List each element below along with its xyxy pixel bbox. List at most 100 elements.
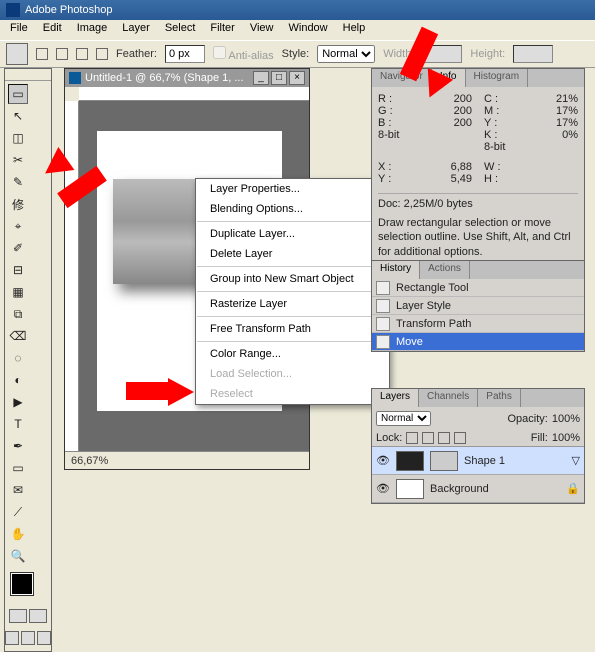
context-menu-item[interactable]: Free Transform Path bbox=[196, 319, 389, 339]
menu-filter[interactable]: Filter bbox=[204, 20, 240, 40]
standard-mode-icon[interactable] bbox=[9, 609, 27, 623]
maximize-button[interactable]: □ bbox=[271, 71, 287, 85]
selection-mode-icon[interactable] bbox=[76, 48, 88, 60]
context-menu-item[interactable]: Delete Layer bbox=[196, 244, 389, 264]
notes-tool[interactable]: ✉ bbox=[8, 480, 28, 500]
tab-channels[interactable]: Channels bbox=[419, 389, 478, 407]
blur-tool[interactable]: ◌ bbox=[8, 348, 28, 368]
visibility-eye-icon[interactable]: 👁 bbox=[376, 454, 390, 467]
fill-value[interactable]: 100% bbox=[552, 432, 580, 444]
context-menu-item[interactable]: Duplicate Layer... bbox=[196, 224, 389, 244]
info-mode-b: 8-bit bbox=[484, 141, 505, 153]
info-c: 21% bbox=[556, 93, 578, 105]
menu-file[interactable]: File bbox=[4, 20, 34, 40]
menu-window[interactable]: Window bbox=[283, 20, 334, 40]
menu-edit[interactable]: Edit bbox=[37, 20, 68, 40]
context-menu: Layer Properties...Blending Options... Du… bbox=[195, 178, 390, 405]
tab-history[interactable]: History bbox=[372, 261, 420, 279]
tab-histogram[interactable]: Histogram bbox=[466, 69, 529, 87]
menu-layer[interactable]: Layer bbox=[116, 20, 156, 40]
history-step-icon bbox=[376, 281, 390, 295]
lasso-tool[interactable]: ◫ bbox=[8, 128, 28, 148]
stamp-tool[interactable]: ⊟ bbox=[8, 260, 28, 280]
menu-view[interactable]: View bbox=[244, 20, 280, 40]
layer-thumbnail[interactable] bbox=[396, 479, 424, 499]
info-panel: Navigator Info Histogram R :200 G :200 B… bbox=[371, 68, 585, 266]
antialias-checkbox bbox=[213, 46, 226, 59]
heal-tool[interactable]: ⌖ bbox=[8, 216, 28, 236]
marquee-tool[interactable]: ▭ bbox=[8, 84, 28, 104]
history-item[interactable]: Transform Path bbox=[372, 315, 584, 333]
pen-tool[interactable]: ✒ bbox=[8, 436, 28, 456]
context-menu-item[interactable]: Layer Properties... bbox=[196, 179, 389, 199]
move-tool[interactable]: ↖ bbox=[8, 106, 28, 126]
screen-mode-icon[interactable] bbox=[5, 631, 19, 645]
height-label: Height: bbox=[470, 48, 505, 60]
context-menu-item[interactable]: Rasterize Layer bbox=[196, 294, 389, 314]
opacity-value[interactable]: 100% bbox=[552, 413, 580, 425]
vector-mask-thumbnail[interactable] bbox=[430, 451, 458, 471]
history-panel: History Actions Rectangle ToolLayer Styl… bbox=[371, 260, 585, 352]
minimize-button[interactable]: _ bbox=[253, 71, 269, 85]
menu-image[interactable]: Image bbox=[71, 20, 114, 40]
selection-mode-icon[interactable] bbox=[36, 48, 48, 60]
eyedropper-tool[interactable]: ⟋ bbox=[8, 502, 28, 522]
app-title: Adobe Photoshop bbox=[25, 0, 112, 20]
menu-select[interactable]: Select bbox=[159, 20, 202, 40]
quickmask-mode-icon[interactable] bbox=[29, 609, 47, 623]
context-menu-item[interactable]: Group into New Smart Object bbox=[196, 269, 389, 289]
context-menu-item[interactable]: Blending Options... bbox=[196, 199, 389, 219]
selection-mode-icon[interactable] bbox=[56, 48, 68, 60]
screen-mode-icon[interactable] bbox=[37, 631, 51, 645]
zoom-readout[interactable]: 66,67% bbox=[71, 455, 108, 467]
screen-mode-icon[interactable] bbox=[21, 631, 35, 645]
layer-thumbnail[interactable] bbox=[396, 451, 424, 471]
effects-indicator-icon[interactable]: ▽ bbox=[572, 454, 580, 467]
tool-preset-swatch[interactable] bbox=[6, 43, 28, 65]
opacity-label: Opacity: bbox=[508, 413, 548, 425]
lock-position-icon[interactable] bbox=[438, 432, 450, 444]
path-select-tool[interactable]: ▶ bbox=[8, 392, 28, 412]
slice-tool[interactable]: 修 bbox=[8, 194, 28, 214]
history-brush-tool[interactable]: ▦ bbox=[8, 282, 28, 302]
info-k: 0% bbox=[562, 129, 578, 141]
brush-tool[interactable]: ✐ bbox=[8, 238, 28, 258]
menubar: File Edit Image Layer Select Filter View… bbox=[0, 20, 595, 40]
lock-transparent-icon[interactable] bbox=[406, 432, 418, 444]
lock-all-icon[interactable] bbox=[454, 432, 466, 444]
close-button[interactable]: × bbox=[289, 71, 305, 85]
blend-mode-select[interactable]: Normal bbox=[376, 411, 431, 426]
wand-tool[interactable]: ✂ bbox=[8, 150, 28, 170]
gradient-tool[interactable]: ⌫ bbox=[8, 326, 28, 346]
hand-tool[interactable]: ✋ bbox=[8, 524, 28, 544]
eraser-tool[interactable]: ⧉ bbox=[8, 304, 28, 324]
tab-actions[interactable]: Actions bbox=[420, 261, 470, 279]
feather-input[interactable] bbox=[165, 45, 205, 63]
crop-tool[interactable]: ✎ bbox=[8, 172, 28, 192]
shape-tool[interactable]: ▭ bbox=[8, 458, 28, 478]
layer-row[interactable]: 👁Shape 1▽ bbox=[372, 447, 584, 475]
document-titlebar[interactable]: Untitled-1 @ 66,7% (Shape 1, ... _ □ × bbox=[65, 69, 309, 87]
foreground-color-swatch[interactable] bbox=[11, 573, 33, 595]
style-select[interactable]: Normal bbox=[317, 45, 375, 63]
dodge-tool[interactable]: ◐ bbox=[8, 370, 28, 390]
menu-help[interactable]: Help bbox=[337, 20, 372, 40]
ruler-horizontal bbox=[79, 87, 309, 101]
selection-mode-icon[interactable] bbox=[96, 48, 108, 60]
tab-paths[interactable]: Paths bbox=[478, 389, 521, 407]
info-y2: 5,49 bbox=[451, 173, 472, 185]
context-menu-item[interactable]: Color Range... bbox=[196, 344, 389, 364]
visibility-eye-icon[interactable]: 👁 bbox=[376, 482, 390, 495]
tab-layers[interactable]: Layers bbox=[372, 389, 419, 407]
info-y: 17% bbox=[556, 117, 578, 129]
zoom-tool[interactable]: 🔍 bbox=[8, 546, 28, 566]
history-item[interactable]: Rectangle Tool bbox=[372, 279, 584, 297]
toolbox-grip[interactable] bbox=[5, 69, 51, 81]
info-x: 6,88 bbox=[451, 161, 472, 173]
type-tool[interactable]: T bbox=[8, 414, 28, 434]
history-item[interactable]: Move bbox=[372, 333, 584, 351]
layer-row[interactable]: 👁Background🔒 bbox=[372, 475, 584, 503]
history-item[interactable]: Layer Style bbox=[372, 297, 584, 315]
lock-image-icon[interactable] bbox=[422, 432, 434, 444]
app-titlebar: Adobe Photoshop bbox=[0, 0, 595, 20]
